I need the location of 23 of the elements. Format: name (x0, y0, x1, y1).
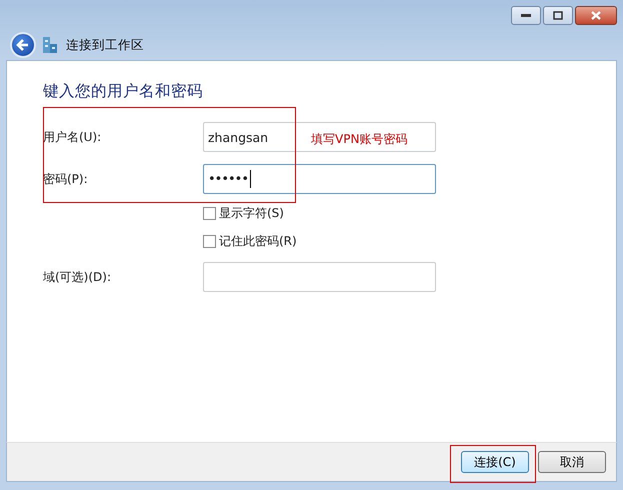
dialog-button[interactable]: 连接(C) (461, 451, 529, 473)
field-label: 用户名(U): (43, 128, 102, 146)
window-title: 连接到工作区 (66, 36, 144, 54)
maximize-button[interactable] (543, 6, 573, 25)
checkbox[interactable] (203, 234, 216, 248)
buildings-icon (42, 36, 58, 54)
section-heading: 键入您的用户名和密码 (43, 81, 204, 102)
field-label: 域(可选)(D): (43, 268, 112, 286)
maximize-icon (553, 11, 563, 20)
annotation-text: 填写VPN账号密码 (311, 131, 408, 148)
back-button[interactable] (10, 32, 36, 58)
password-field[interactable]: •••••• (203, 164, 436, 194)
minimize-icon (521, 14, 531, 18)
close-button[interactable] (575, 6, 617, 25)
close-icon (590, 11, 602, 20)
minimize-button[interactable] (511, 6, 541, 25)
dialog-button[interactable]: 取消 (538, 451, 606, 473)
domain-field[interactable] (203, 262, 436, 292)
back-arrow-icon (16, 38, 30, 52)
checkbox[interactable] (203, 206, 216, 220)
checkbox-option[interactable]: 显示字符(S) (203, 204, 436, 222)
checkbox-option[interactable]: 记住此密码(R) (203, 232, 436, 250)
field-label: 密码(P): (43, 170, 89, 188)
